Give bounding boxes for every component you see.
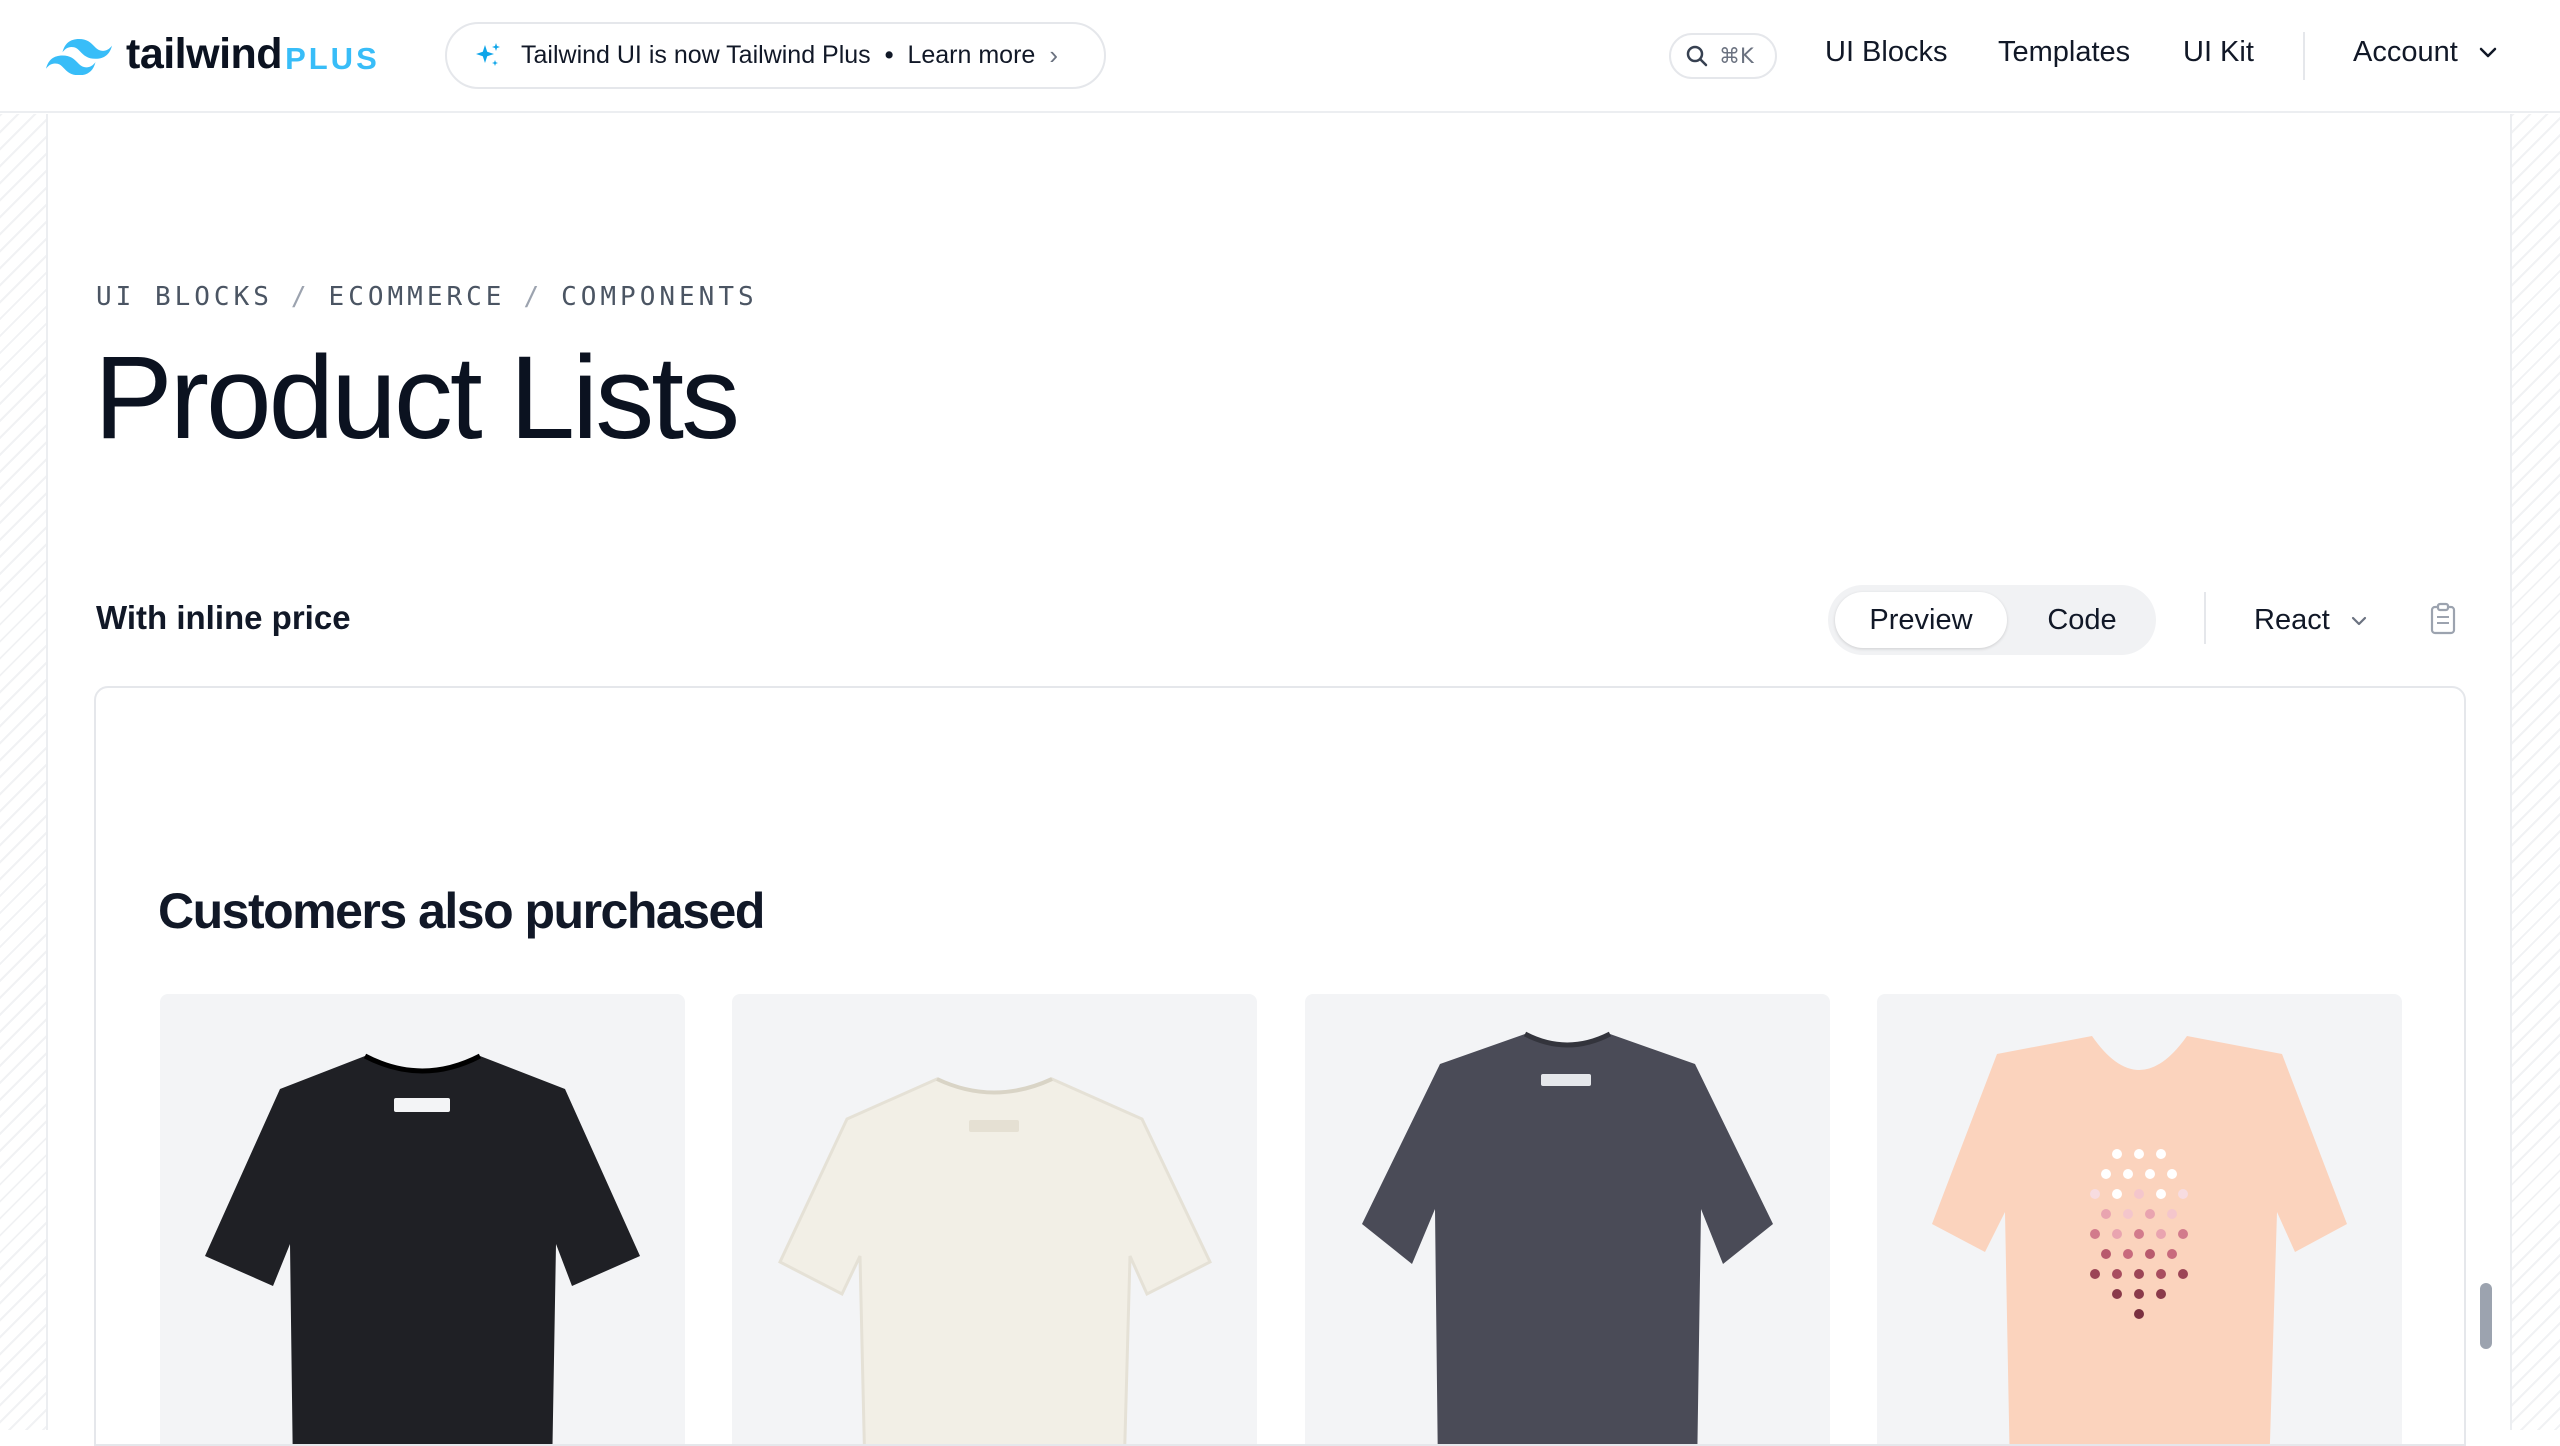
nav-ui-kit[interactable]: UI Kit — [2183, 36, 2254, 69]
breadcrumb-ui-blocks[interactable]: UI BLOCKS — [96, 282, 273, 312]
product-image — [1932, 1036, 2347, 1444]
tailwind-plus-logo[interactable]: tailwind PLUS — [46, 30, 380, 79]
top-bar: tailwind PLUS Tailwind UI is now Tailwin… — [0, 0, 2560, 113]
announcement-pill[interactable]: Tailwind UI is now Tailwind Plus • Learn… — [445, 22, 1106, 89]
page-title: Product Lists — [94, 332, 740, 464]
account-menu-button[interactable]: Account — [2353, 36, 2498, 69]
tailwind-logo-icon — [46, 38, 112, 75]
learn-more-link[interactable]: Learn more — [907, 41, 1035, 70]
chevron-down-icon — [2351, 616, 2366, 625]
preview-code-toggle: Preview Code — [1828, 585, 2156, 655]
right-gutter-pattern — [2510, 114, 2560, 1430]
nav-templates[interactable]: Templates — [1998, 36, 2130, 69]
product-image — [205, 1053, 640, 1444]
product-image — [1362, 1031, 1773, 1444]
product-card-ivory-tee[interactable] — [732, 994, 1257, 1444]
breadcrumb-separator: / — [290, 282, 311, 312]
search-icon — [1686, 45, 1708, 67]
search-button[interactable]: ⌘K — [1669, 33, 1777, 79]
brand-wordmark: tailwind — [126, 30, 283, 78]
toolbar-divider — [2204, 592, 2206, 644]
brand-plus-label: PLUS — [285, 40, 380, 76]
nav-divider — [2303, 32, 2305, 80]
chevron-right-icon: › — [1049, 40, 1058, 70]
copy-code-button[interactable] — [2428, 602, 2458, 641]
product-card-peach-tee[interactable] — [1877, 994, 2402, 1444]
product-card-charcoal-tee[interactable] — [1305, 994, 1830, 1444]
tab-code[interactable]: Code — [2016, 592, 2148, 648]
section-title: With inline price — [96, 599, 351, 636]
framework-select[interactable]: React — [2254, 604, 2368, 637]
nav-ui-blocks[interactable]: UI Blocks — [1825, 36, 1947, 69]
component-preview: Customers also purchased — [94, 686, 2466, 1446]
breadcrumb-ecommerce[interactable]: ECOMMERCE — [329, 282, 506, 312]
breadcrumb-separator: / — [523, 282, 544, 312]
breadcrumb: UI BLOCKS / ECOMMERCE / COMPONENTS — [96, 282, 758, 312]
tab-preview[interactable]: Preview — [1835, 592, 2007, 648]
product-image — [778, 1077, 1212, 1444]
product-card-black-tee[interactable] — [160, 994, 685, 1444]
breadcrumb-components[interactable]: COMPONENTS — [561, 282, 758, 312]
framework-label: React — [2254, 604, 2330, 636]
announcement-text: Tailwind UI is now Tailwind Plus — [521, 41, 871, 69]
chevron-down-icon — [2479, 47, 2497, 57]
left-gutter-pattern — [0, 114, 48, 1430]
preview-heading: Customers also purchased — [158, 883, 765, 939]
sparkles-icon — [473, 41, 503, 71]
separator-dot: • — [884, 41, 894, 69]
clipboard-icon — [2430, 602, 2456, 635]
search-shortcut: ⌘K — [1719, 44, 1754, 68]
scrollbar-thumb[interactable] — [2480, 1283, 2492, 1349]
account-label: Account — [2353, 36, 2458, 68]
